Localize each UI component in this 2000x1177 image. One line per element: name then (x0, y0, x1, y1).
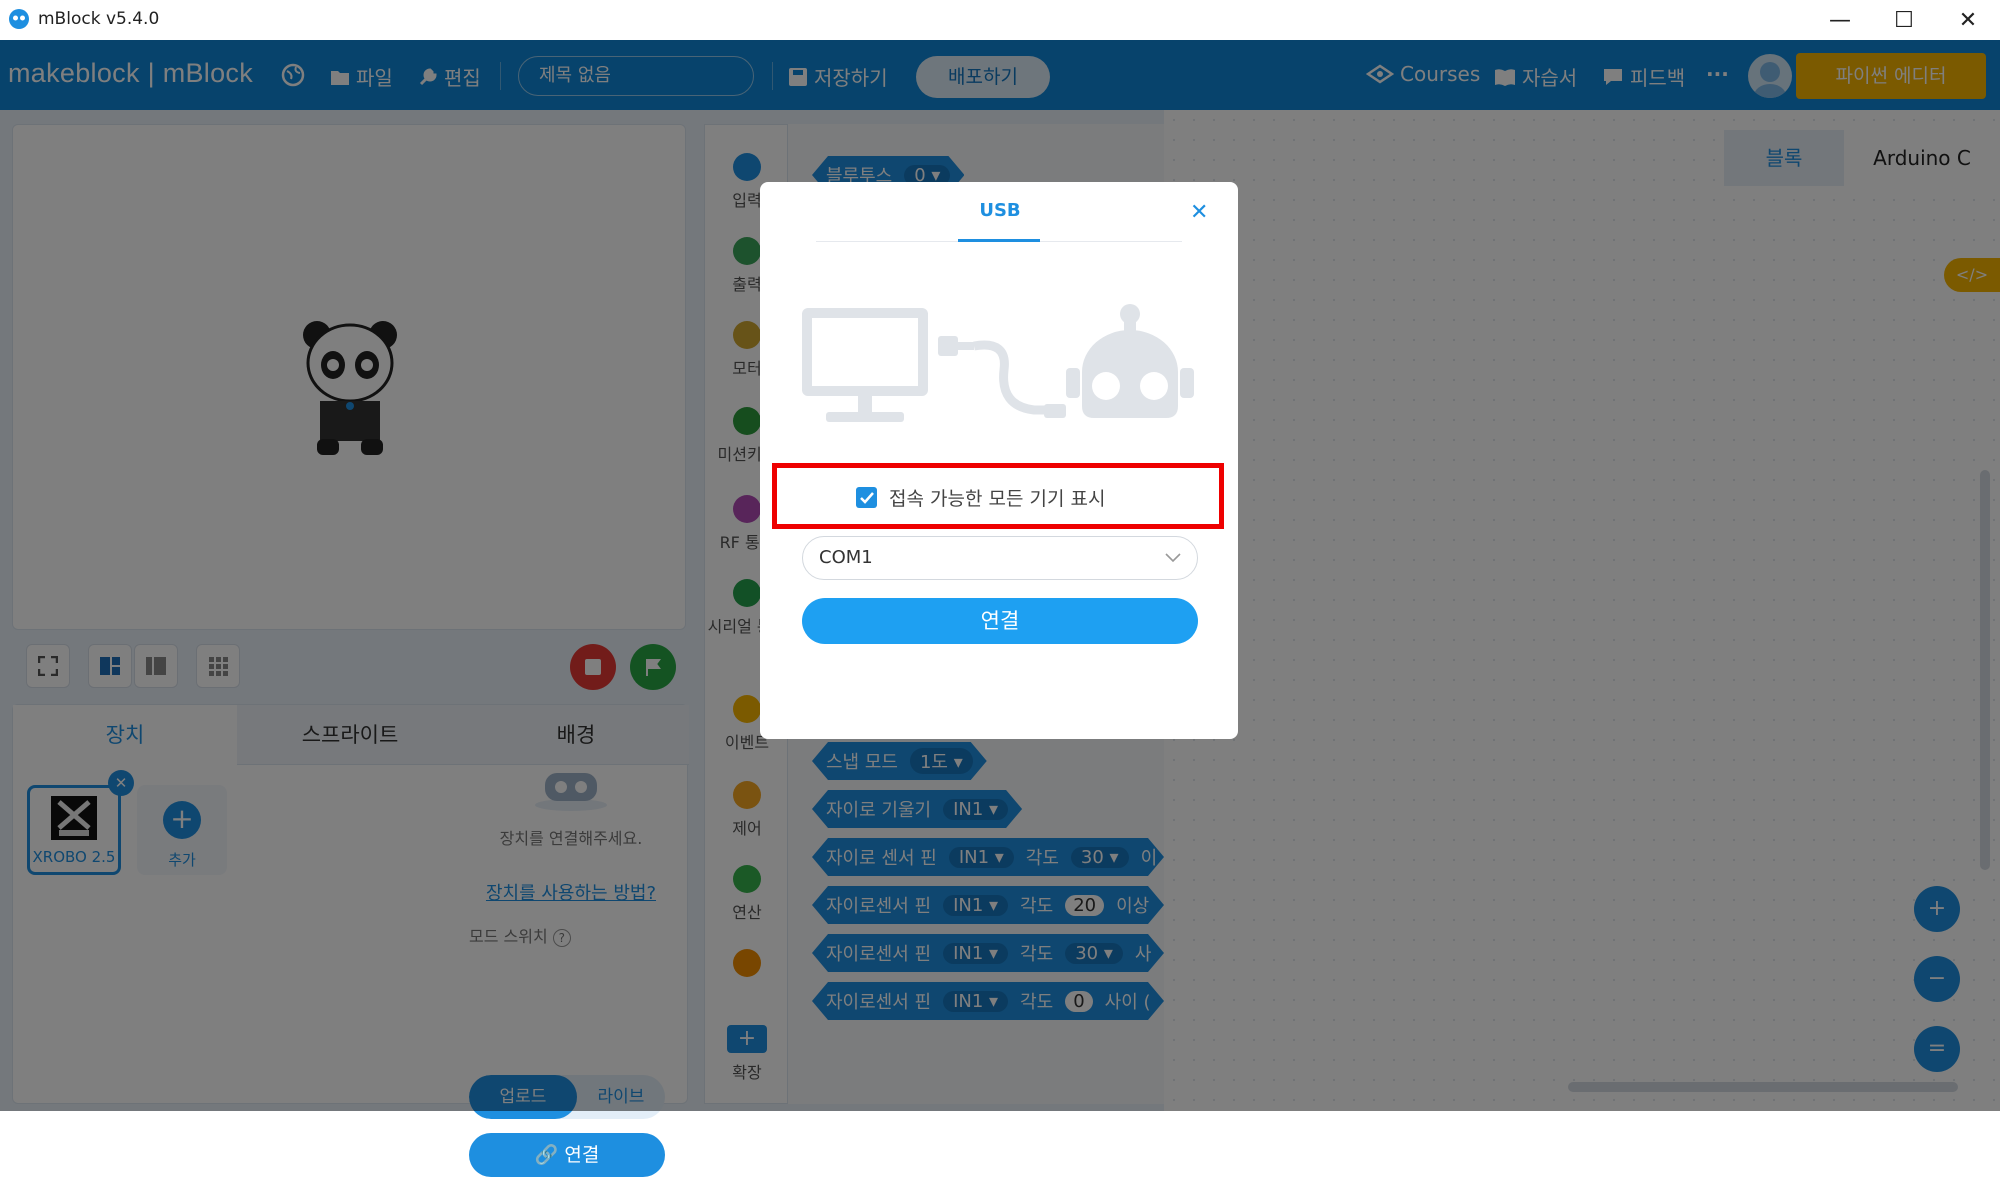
tab-usb[interactable]: USB (960, 200, 1040, 221)
minimize-icon[interactable]: — (1808, 0, 1872, 40)
usb-connection-illustration (802, 304, 1194, 422)
chevron-down-icon (1165, 553, 1181, 563)
show-all-devices-label: 접속 가능한 모든 기기 표시 (889, 488, 1106, 510)
window-titlebar: mBlock v5.4.0 — ☐ ✕ (0, 0, 2000, 40)
close-window-icon[interactable]: ✕ (1936, 0, 2000, 40)
port-select-value: COM1 (819, 547, 873, 568)
connect-button[interactable]: 연결 (802, 598, 1198, 644)
connect-dialog: USB ✕ 접속 가능한 모든 기기 표시 COM1 연결 (760, 182, 1238, 739)
window-title: mBlock v5.4.0 (38, 9, 160, 29)
dialog-tab-underline (958, 239, 1040, 242)
mblock-app-icon (9, 9, 29, 29)
port-select[interactable]: COM1 (802, 536, 1198, 580)
close-icon[interactable]: ✕ (1190, 200, 1208, 225)
show-all-devices-checkbox[interactable] (856, 487, 877, 508)
show-all-devices-option[interactable]: 접속 가능한 모든 기기 표시 (856, 484, 1105, 511)
link-icon: 🔗 (534, 1144, 559, 1166)
maximize-icon[interactable]: ☐ (1872, 0, 1936, 40)
device-connect-button[interactable]: 🔗 연결 (469, 1133, 665, 1177)
checkmark-icon (859, 491, 874, 504)
device-connect-label: 연결 (564, 1144, 600, 1166)
